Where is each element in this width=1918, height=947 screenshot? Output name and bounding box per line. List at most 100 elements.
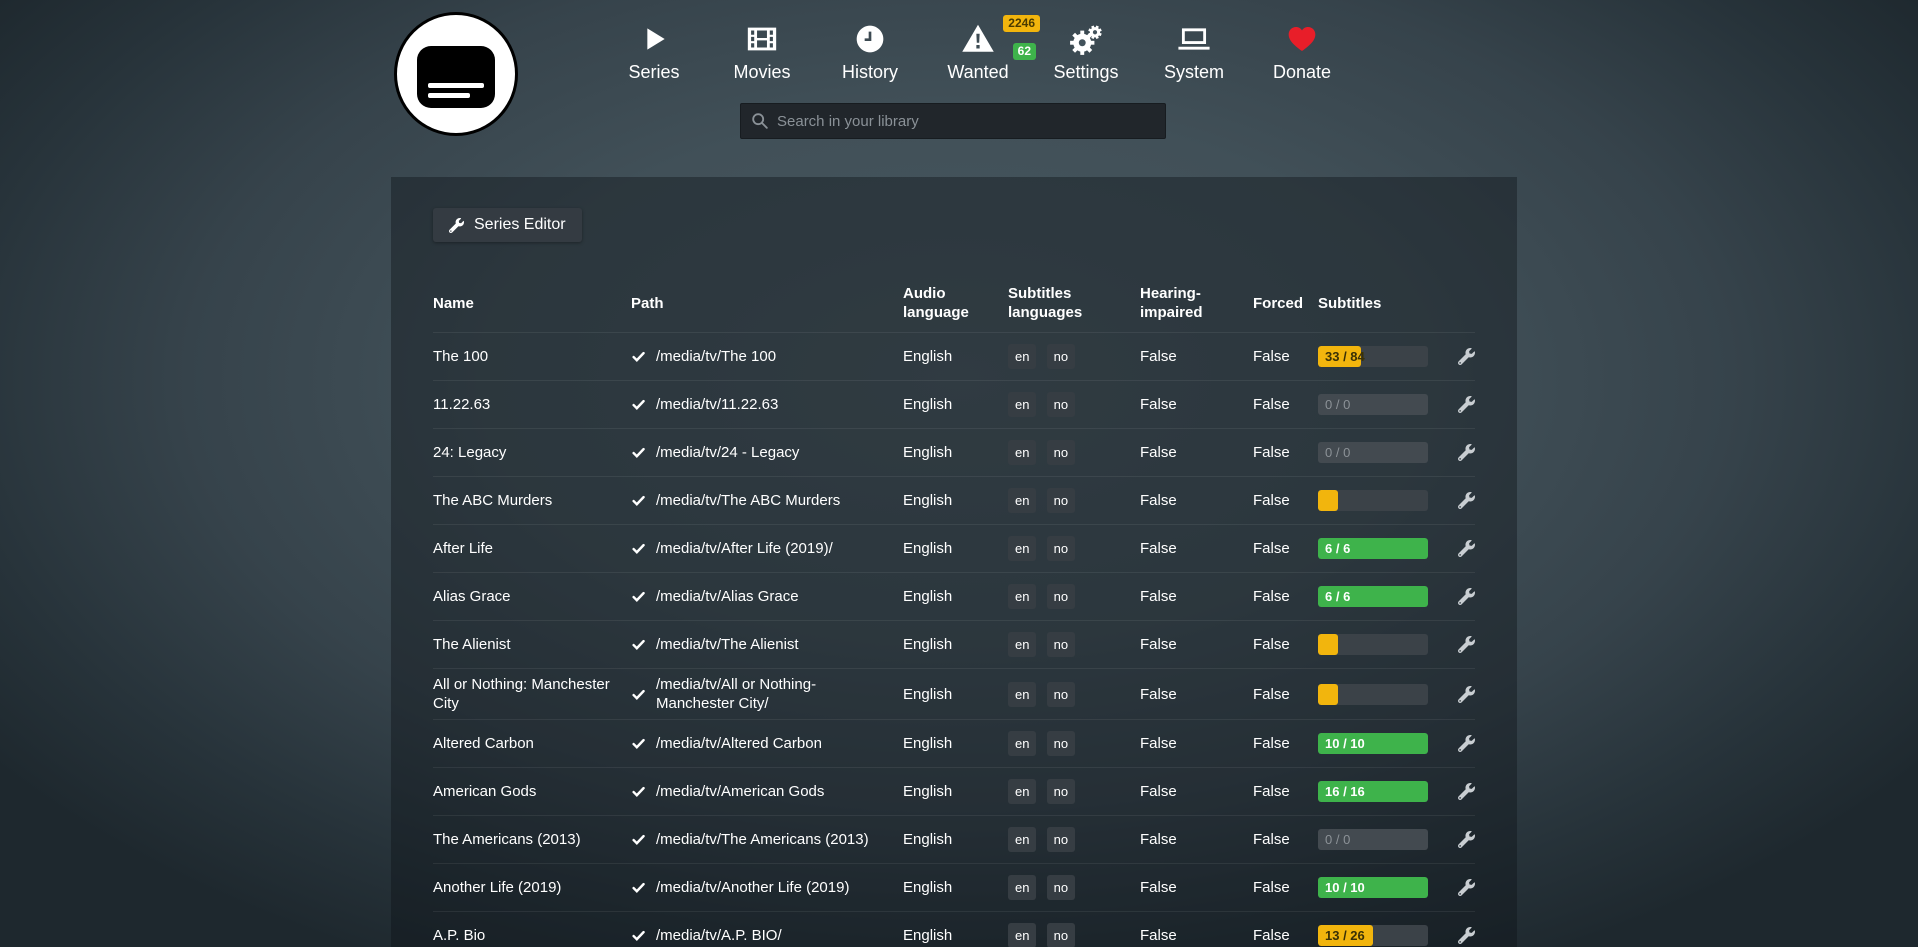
- heart-icon: [1248, 18, 1356, 60]
- header-audio-language: Audio language: [903, 284, 1008, 322]
- search-input[interactable]: [740, 103, 1166, 139]
- language-badge: en: [1008, 923, 1036, 947]
- edit-series-button[interactable]: [1458, 390, 1477, 419]
- audio-language-value: English: [903, 485, 1008, 516]
- edit-series-button[interactable]: [1458, 825, 1477, 854]
- hearing-impaired-value: False: [1140, 581, 1253, 612]
- language-badge: no: [1047, 392, 1075, 417]
- table-row: The Americans (2013) /media/tv/The Ameri…: [433, 815, 1475, 863]
- series-name[interactable]: All or Nothing: Manchester City: [433, 669, 631, 719]
- series-path-cell: /media/tv/Alias Grace: [631, 581, 903, 612]
- forced-value: False: [1253, 485, 1318, 516]
- series-path-cell: /media/tv/American Gods: [631, 776, 903, 807]
- series-path-cell: /media/tv/A.P. BIO/: [631, 920, 903, 947]
- language-badge: en: [1008, 682, 1036, 707]
- series-name[interactable]: Altered Carbon: [433, 728, 631, 759]
- subtitles-progress: 16 / 16: [1318, 781, 1428, 802]
- subtitles-progress-text: 0 / 0: [1325, 829, 1350, 850]
- series-table: Name Path Audio language Subtitles langu…: [433, 274, 1475, 947]
- series-name[interactable]: A.P. Bio: [433, 920, 631, 947]
- edit-series-button[interactable]: [1458, 486, 1477, 515]
- subtitles-progress-text: 10 / 10: [1325, 877, 1365, 898]
- gears-icon: [1032, 18, 1140, 60]
- nav-series[interactable]: Series: [600, 18, 708, 83]
- nav-settings-label: Settings: [1032, 62, 1140, 83]
- edit-series-button[interactable]: [1458, 342, 1477, 371]
- edit-series-button[interactable]: [1458, 438, 1477, 467]
- edit-series-button[interactable]: [1458, 777, 1477, 806]
- series-editor-button[interactable]: Series Editor: [433, 208, 582, 242]
- series-name[interactable]: 11.22.63: [433, 389, 631, 420]
- edit-series-button[interactable]: [1458, 921, 1477, 947]
- subtitles-cell: 0 / 0: [1318, 436, 1458, 469]
- series-name[interactable]: The Americans (2013): [433, 824, 631, 855]
- series-name[interactable]: The Alienist: [433, 629, 631, 660]
- nav-donate-label: Donate: [1248, 62, 1356, 83]
- edit-series-button[interactable]: [1458, 630, 1477, 659]
- forced-value: False: [1253, 581, 1318, 612]
- series-path: /media/tv/Another Life (2019): [656, 878, 849, 897]
- edit-series-button[interactable]: [1458, 873, 1477, 902]
- hearing-impaired-value: False: [1140, 776, 1253, 807]
- language-badge: en: [1008, 875, 1036, 900]
- subtitles-languages-cell: en no: [1008, 626, 1140, 663]
- nav-movies[interactable]: Movies: [708, 18, 816, 83]
- language-badge: en: [1008, 440, 1036, 465]
- forced-value: False: [1253, 533, 1318, 564]
- audio-language-value: English: [903, 389, 1008, 420]
- series-path: /media/tv/Altered Carbon: [656, 734, 822, 753]
- edit-series-button[interactable]: [1458, 729, 1477, 758]
- check-icon: [631, 637, 646, 652]
- nav-donate[interactable]: Donate: [1248, 18, 1356, 83]
- check-icon: [631, 784, 646, 799]
- check-icon: [631, 736, 646, 751]
- series-path-cell: /media/tv/The Americans (2013): [631, 824, 903, 855]
- series-name[interactable]: Another Life (2019): [433, 872, 631, 903]
- series-name[interactable]: 24: Legacy: [433, 437, 631, 468]
- table-row: The ABC Murders /media/tv/The ABC Murder…: [433, 476, 1475, 524]
- series-path: /media/tv/American Gods: [656, 782, 824, 801]
- check-icon: [631, 589, 646, 604]
- nav-system-label: System: [1140, 62, 1248, 83]
- subtitles-languages-cell: en no: [1008, 482, 1140, 519]
- forced-value: False: [1253, 824, 1318, 855]
- language-badge: no: [1047, 344, 1075, 369]
- nav-history-label: History: [816, 62, 924, 83]
- series-path: /media/tv/The Alienist: [656, 635, 799, 654]
- language-badge: no: [1047, 923, 1075, 947]
- header-subtitles: Subtitles: [1318, 294, 1458, 313]
- check-icon: [631, 445, 646, 460]
- subtitles-cell: 6 / 6: [1318, 532, 1458, 565]
- subtitles-progress: 13 / 26: [1318, 925, 1428, 946]
- series-name[interactable]: After Life: [433, 533, 631, 564]
- logo-subtitle-line: [428, 93, 470, 98]
- edit-series-button[interactable]: [1458, 680, 1477, 709]
- table-row: 11.22.63 /media/tv/11.22.63 English en n…: [433, 380, 1475, 428]
- language-badge: en: [1008, 488, 1036, 513]
- subtitles-progress: 6 / 6: [1318, 586, 1428, 607]
- nav-history[interactable]: History: [816, 18, 924, 83]
- edit-series-button[interactable]: [1458, 534, 1477, 563]
- series-name[interactable]: Alias Grace: [433, 581, 631, 612]
- subtitles-progress: 10 / 10: [1318, 733, 1428, 754]
- subtitles-cell: 0 / 0: [1318, 823, 1458, 856]
- nav-settings[interactable]: Settings: [1032, 18, 1140, 83]
- nav-system[interactable]: System: [1140, 18, 1248, 83]
- nav-wanted[interactable]: Wanted 2246 62: [924, 18, 1032, 83]
- edit-series-button[interactable]: [1458, 582, 1477, 611]
- series-name[interactable]: American Gods: [433, 776, 631, 807]
- language-badge: no: [1047, 827, 1075, 852]
- play-icon: [600, 18, 708, 60]
- series-name[interactable]: The 100: [433, 341, 631, 372]
- audio-language-value: English: [903, 341, 1008, 372]
- hearing-impaired-value: False: [1140, 341, 1253, 372]
- app-logo[interactable]: [394, 12, 518, 136]
- subtitles-languages-cell: en no: [1008, 725, 1140, 762]
- search-icon: [750, 111, 770, 131]
- subtitles-cell: 16 / 16: [1318, 775, 1458, 808]
- subtitles-cell: 33 / 84: [1318, 340, 1458, 373]
- hearing-impaired-value: False: [1140, 824, 1253, 855]
- subtitles-progress: 0 / 0: [1318, 829, 1428, 850]
- series-name[interactable]: The ABC Murders: [433, 485, 631, 516]
- subtitles-progress: 6 / 6: [1318, 538, 1428, 559]
